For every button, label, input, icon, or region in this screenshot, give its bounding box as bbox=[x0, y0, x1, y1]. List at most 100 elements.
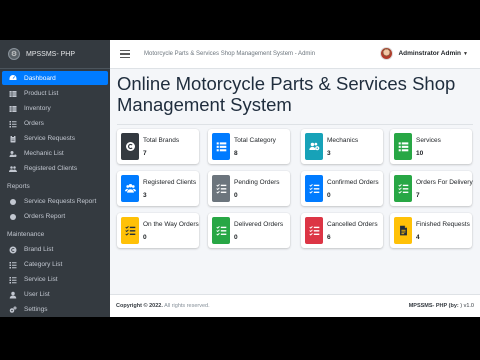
sidebar-item-label: Service Requests bbox=[24, 135, 75, 142]
sidebar-item-product-list[interactable]: Product List bbox=[0, 86, 110, 101]
sidebar-item-label: Registered Clients bbox=[24, 165, 78, 172]
info-box-value: 4 bbox=[416, 234, 420, 241]
info-box-mechanics[interactable]: Mechanics 3 bbox=[301, 129, 383, 164]
sidebar-item-service-requests[interactable]: Service Requests bbox=[0, 131, 110, 146]
avatar bbox=[380, 47, 394, 60]
sidebar-item-dashboard[interactable]: Dashboard bbox=[2, 71, 108, 85]
tasks-icon bbox=[212, 175, 230, 202]
users-icon bbox=[121, 175, 139, 202]
info-box-value: 0 bbox=[143, 234, 147, 241]
info-box-total-category[interactable]: Total Category 8 bbox=[208, 129, 290, 164]
sidebar: ⚙ MPSSMS- PHP Dashboard Product List Inv… bbox=[0, 40, 110, 317]
dashboard-icon bbox=[9, 74, 17, 82]
info-box-value: 0 bbox=[327, 192, 331, 199]
info-box-label: Orders For Delivery bbox=[416, 179, 473, 186]
sidebar-item-orders-report[interactable]: Orders Report bbox=[0, 209, 110, 224]
top-title: Motorcycle Parts & Services Shop Managem… bbox=[144, 51, 316, 57]
tasks-icon bbox=[212, 217, 230, 244]
sidebar-item-label: Service Requests Report bbox=[24, 198, 97, 205]
sidebar-item-label: Dashboard bbox=[24, 74, 56, 82]
tasks-icon bbox=[394, 175, 412, 202]
user-icon bbox=[9, 291, 17, 299]
info-box-value: 8 bbox=[234, 150, 238, 157]
info-box-pending-orders[interactable]: Pending Orders 0 bbox=[208, 171, 290, 206]
info-box-confirmed-orders[interactable]: Confirmed Orders 0 bbox=[301, 171, 383, 206]
copyright-text: Copyright © 2022. bbox=[116, 303, 163, 309]
sidebar-item-label: Category List bbox=[24, 261, 63, 268]
sidebar-item-label: Orders bbox=[24, 120, 44, 127]
info-box-label: Delivered Orders bbox=[234, 221, 284, 228]
sidebar-item-orders[interactable]: Orders bbox=[0, 116, 110, 131]
sidebar-item-settings[interactable]: Settings bbox=[0, 302, 110, 317]
list-icon bbox=[9, 261, 17, 269]
footer-version: MPSSMS- PHP (by: ) v1.0 bbox=[409, 303, 474, 309]
info-box-cancelled-orders[interactable]: Cancelled Orders 6 bbox=[301, 213, 383, 248]
version-text: ) v1.0 bbox=[460, 303, 474, 309]
info-box-value: 0 bbox=[234, 234, 238, 241]
info-box-value: 3 bbox=[143, 192, 147, 199]
sidebar-item-label: Product List bbox=[24, 90, 59, 97]
top-navbar: Motorcycle Parts & Services Shop Managem… bbox=[110, 40, 480, 69]
sidebar-item-service-list[interactable]: Service List bbox=[0, 272, 110, 287]
info-box-services[interactable]: Services 10 bbox=[390, 129, 472, 164]
tasks-icon bbox=[121, 217, 139, 244]
sidebar-item-label: User List bbox=[24, 291, 50, 298]
info-box-value: 3 bbox=[327, 150, 331, 157]
info-box-on-the-way-orders[interactable]: On the Way Orders 0 bbox=[117, 213, 199, 248]
info-box-finished-requests[interactable]: Finished Requests 4 bbox=[390, 213, 472, 248]
info-box-label: Total Category bbox=[234, 137, 276, 144]
sidebar-item-user-list[interactable]: User List bbox=[0, 287, 110, 302]
info-box-label: Cancelled Orders bbox=[327, 221, 378, 228]
sidebar-item-service-requests-report[interactable]: Service Requests Report bbox=[0, 194, 110, 209]
page-title: Online Motorcycle Parts & Services Shop … bbox=[117, 73, 456, 115]
sidebar-item-brand-list[interactable]: Brand List bbox=[0, 242, 110, 257]
menu-toggle-icon[interactable] bbox=[120, 50, 130, 58]
info-box-value: 10 bbox=[416, 150, 424, 157]
info-box-label: On the Way Orders bbox=[143, 221, 199, 228]
info-box-delivered-orders[interactable]: Delivered Orders 0 bbox=[208, 213, 290, 248]
info-box-value: 0 bbox=[234, 192, 238, 199]
user-menu[interactable]: Adminstrator Admin ▼ bbox=[380, 47, 468, 60]
info-box-label: Confirmed Orders bbox=[327, 179, 379, 186]
info-box-orders-for-delivery[interactable]: Orders For Delivery 7 bbox=[390, 171, 473, 206]
info-box-label: Mechanics bbox=[327, 137, 359, 144]
brand-link[interactable]: ⚙ MPSSMS- PHP bbox=[0, 40, 110, 69]
info-box-label: Services bbox=[416, 137, 441, 144]
brand-name: MPSSMS- PHP bbox=[26, 50, 76, 58]
app-name: MPSSMS- PHP (by: bbox=[408, 303, 461, 309]
info-box-registered-clients[interactable]: Registered Clients 3 bbox=[117, 171, 199, 206]
copyright-icon bbox=[9, 246, 17, 254]
caret-down-icon: ▼ bbox=[463, 50, 468, 57]
clipboard-icon bbox=[9, 135, 17, 143]
tasks-icon bbox=[305, 175, 323, 202]
sidebar-item-mechanic-list[interactable]: Mechanic List bbox=[0, 146, 110, 161]
sidebar-item-category-list[interactable]: Category List bbox=[0, 257, 110, 272]
info-box-label: Finished Requests bbox=[416, 221, 470, 228]
users-cog-icon bbox=[305, 133, 323, 160]
list-icon bbox=[9, 120, 17, 128]
th-list-icon bbox=[394, 133, 412, 160]
table-icon bbox=[9, 90, 17, 98]
table-icon bbox=[9, 105, 17, 113]
info-box-label: Registered Clients bbox=[143, 179, 197, 186]
users-icon bbox=[9, 165, 17, 173]
info-box-label: Pending Orders bbox=[234, 179, 280, 186]
list-icon bbox=[9, 276, 17, 284]
sidebar-item-label: Orders Report bbox=[24, 213, 66, 220]
user-name: Adminstrator Admin bbox=[398, 50, 462, 57]
sidebar-item-inventory[interactable]: Inventory bbox=[0, 101, 110, 116]
maintenance-header: Maintenance bbox=[7, 230, 45, 238]
copyright-icon bbox=[121, 133, 139, 160]
footer: Copyright © 2022. All rights reserved. M… bbox=[110, 294, 480, 317]
info-box-value: 7 bbox=[416, 192, 420, 199]
info-box-value: 7 bbox=[143, 150, 147, 157]
reports-header: Reports bbox=[7, 182, 30, 190]
file-invoice-icon bbox=[394, 217, 412, 244]
sidebar-item-registered-clients[interactable]: Registered Clients bbox=[0, 161, 110, 176]
divider bbox=[117, 124, 473, 125]
sidebar-nav: Dashboard Product List Inventory Orders bbox=[0, 69, 110, 317]
info-box-total-brands[interactable]: Total Brands 7 bbox=[117, 129, 199, 164]
sidebar-item-label: Inventory bbox=[24, 105, 51, 112]
tasks-icon bbox=[305, 217, 323, 244]
sidebar-item-label: Mechanic List bbox=[24, 150, 64, 157]
